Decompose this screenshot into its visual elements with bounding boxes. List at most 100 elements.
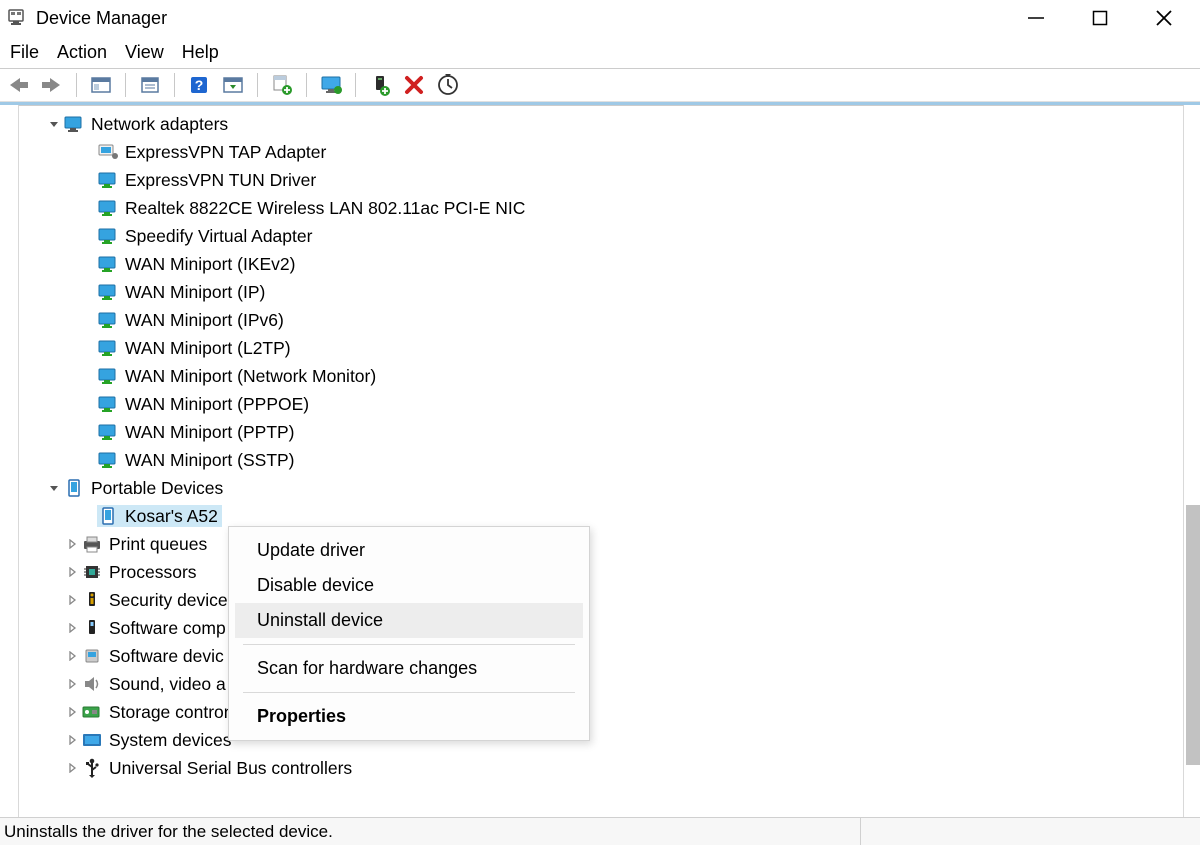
category-system-devices[interactable]: System devices (19, 726, 1183, 754)
category-label: Software devic (109, 646, 224, 667)
toolbar-show-hide-button[interactable] (87, 71, 115, 99)
context-menu-properties[interactable]: Properties (235, 699, 583, 734)
context-menu: Update driver Disable device Uninstall d… (228, 526, 590, 741)
device-item-selected[interactable]: Kosar's A52 (19, 502, 1183, 530)
category-software-devices[interactable]: Software devic (19, 642, 1183, 670)
device-item[interactable]: WAN Miniport (Network Monitor) (19, 362, 1183, 390)
context-menu-divider (243, 644, 575, 645)
chevron-down-icon[interactable] (45, 483, 63, 493)
device-item[interactable]: WAN Miniport (SSTP) (19, 446, 1183, 474)
category-label: Sound, video a (109, 674, 226, 695)
statusbar: Uninstalls the driver for the selected d… (0, 817, 1200, 845)
toolbar-separator (257, 73, 258, 97)
statusbar-cell (860, 818, 1200, 845)
toolbar-remove-button[interactable] (400, 71, 428, 99)
toolbar-view-menu-button[interactable] (219, 71, 247, 99)
software-component-icon (81, 617, 103, 639)
device-label: WAN Miniport (IP) (125, 282, 265, 303)
device-item[interactable]: Speedify Virtual Adapter (19, 222, 1183, 250)
category-storage-controllers[interactable]: Storage controners (19, 698, 1183, 726)
menu-view[interactable]: View (125, 42, 164, 63)
toolbar-properties-button[interactable] (136, 71, 164, 99)
network-adapter-icon (97, 309, 119, 331)
toolbar-forward-button[interactable] (38, 71, 66, 99)
network-adapter-icon (97, 393, 119, 415)
client-area: Network adapters ExpressVPN TAP Adapter … (0, 102, 1200, 845)
toolbar-monitor-button[interactable] (317, 71, 345, 99)
vertical-scrollbar[interactable] (1186, 505, 1200, 765)
menu-help[interactable]: Help (182, 42, 219, 63)
processor-icon (81, 561, 103, 583)
storage-controller-icon (81, 701, 103, 723)
toolbar-help-button[interactable]: ? (185, 71, 213, 99)
device-item[interactable]: Realtek 8822CE Wireless LAN 802.11ac PCI… (19, 194, 1183, 222)
toolbar-add-hardware-button[interactable] (366, 71, 394, 99)
device-item[interactable]: WAN Miniport (IPv6) (19, 306, 1183, 334)
menubar: File Action View Help (0, 36, 1200, 68)
category-network-adapters[interactable]: Network adapters (19, 110, 1183, 138)
context-menu-disable-device[interactable]: Disable device (235, 568, 583, 603)
chevron-down-icon[interactable] (45, 119, 63, 129)
category-usb-controllers[interactable]: Universal Serial Bus controllers (19, 754, 1183, 782)
device-item[interactable]: ExpressVPN TUN Driver (19, 166, 1183, 194)
tree-pane[interactable]: Network adapters ExpressVPN TAP Adapter … (18, 105, 1184, 845)
network-adapter-icon (97, 337, 119, 359)
portable-device-category-icon (63, 477, 85, 499)
category-security-devices[interactable]: Security device (19, 586, 1183, 614)
maximize-button[interactable] (1090, 8, 1110, 28)
device-label: WAN Miniport (IPv6) (125, 310, 284, 331)
app-icon (6, 8, 26, 28)
context-menu-uninstall-device[interactable]: Uninstall device (235, 603, 583, 638)
chevron-right-icon[interactable] (63, 735, 81, 745)
network-adapter-icon (97, 253, 119, 275)
chevron-right-icon[interactable] (63, 567, 81, 577)
toolbar-update-driver-button[interactable] (268, 71, 296, 99)
chevron-right-icon[interactable] (63, 679, 81, 689)
toolbar-back-button[interactable] (4, 71, 32, 99)
titlebar: Device Manager (0, 0, 1200, 36)
category-print-queues[interactable]: Print queues (19, 530, 1183, 558)
device-item[interactable]: ExpressVPN TAP Adapter (19, 138, 1183, 166)
device-label: WAN Miniport (L2TP) (125, 338, 291, 359)
category-sound-video-game[interactable]: Sound, video a (19, 670, 1183, 698)
chevron-right-icon[interactable] (63, 707, 81, 717)
device-label: ExpressVPN TAP Adapter (125, 142, 326, 163)
category-portable-devices[interactable]: Portable Devices (19, 474, 1183, 502)
context-menu-label: Disable device (257, 575, 374, 595)
menu-action[interactable]: Action (57, 42, 107, 63)
device-item[interactable]: WAN Miniport (L2TP) (19, 334, 1183, 362)
chevron-right-icon[interactable] (63, 623, 81, 633)
device-label: ExpressVPN TUN Driver (125, 170, 316, 191)
category-label: Universal Serial Bus controllers (109, 758, 352, 779)
toolbar-separator (174, 73, 175, 97)
network-adapter-icon (97, 225, 119, 247)
device-item[interactable]: WAN Miniport (IKEv2) (19, 250, 1183, 278)
toolbar-separator (355, 73, 356, 97)
network-adapter-category-icon (63, 113, 85, 135)
context-menu-label: Scan for hardware changes (257, 658, 477, 678)
toolbar-separator (76, 73, 77, 97)
software-device-icon (81, 645, 103, 667)
minimize-button[interactable] (1026, 8, 1046, 28)
svg-text:?: ? (195, 77, 204, 93)
printer-icon (81, 533, 103, 555)
category-label: Processors (109, 562, 197, 583)
category-processors[interactable]: Processors (19, 558, 1183, 586)
network-adapter-icon (97, 281, 119, 303)
device-item[interactable]: WAN Miniport (PPPOE) (19, 390, 1183, 418)
toolbar-scan-hardware-button[interactable] (434, 71, 462, 99)
device-label: WAN Miniport (PPTP) (125, 422, 295, 443)
menu-file[interactable]: File (10, 42, 39, 63)
device-item[interactable]: WAN Miniport (PPTP) (19, 418, 1183, 446)
context-menu-update-driver[interactable]: Update driver (235, 533, 583, 568)
chevron-right-icon[interactable] (63, 595, 81, 605)
category-label: System devices (109, 730, 232, 751)
close-button[interactable] (1154, 8, 1174, 28)
device-item[interactable]: WAN Miniport (IP) (19, 278, 1183, 306)
context-menu-scan-hardware[interactable]: Scan for hardware changes (235, 651, 583, 686)
chevron-right-icon[interactable] (63, 763, 81, 773)
category-software-components[interactable]: Software comp (19, 614, 1183, 642)
chevron-right-icon[interactable] (63, 539, 81, 549)
security-device-icon (81, 589, 103, 611)
chevron-right-icon[interactable] (63, 651, 81, 661)
